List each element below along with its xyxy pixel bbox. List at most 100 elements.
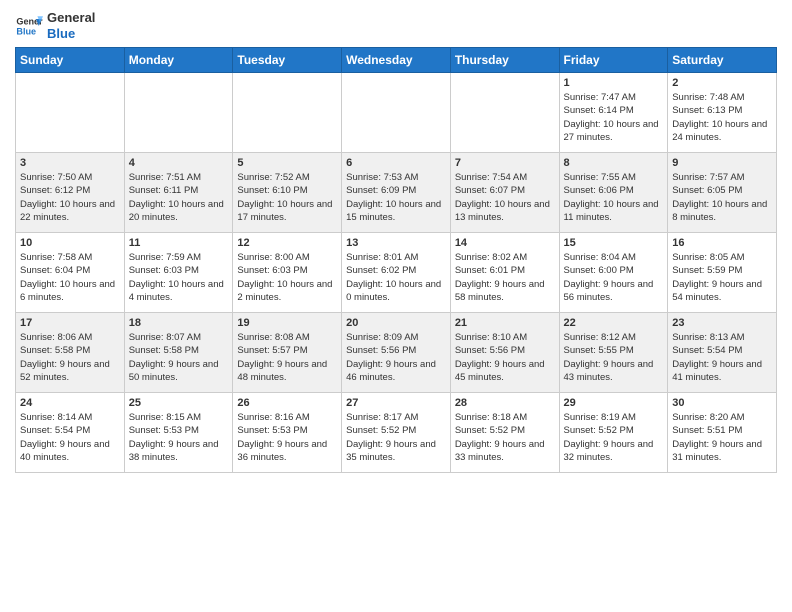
- calendar-cell: 16Sunrise: 8:05 AM Sunset: 5:59 PM Dayli…: [668, 233, 777, 313]
- day-info: Sunrise: 8:06 AM Sunset: 5:58 PM Dayligh…: [20, 331, 120, 384]
- day-number: 10: [20, 237, 120, 249]
- day-info: Sunrise: 7:54 AM Sunset: 6:07 PM Dayligh…: [455, 171, 555, 224]
- day-number: 26: [237, 397, 337, 409]
- calendar-cell: 2 Sunrise: 7:48 AM Sunset: 6:13 PM Daylig…: [668, 73, 777, 153]
- day-info: Sunrise: 7:52 AM Sunset: 6:10 PM Dayligh…: [237, 171, 337, 224]
- calendar-cell: 27 Sunrise: 8:17 AM Sunset: 5:52 PM Dayli…: [342, 393, 451, 473]
- day-info: Sunrise: 8:13 AM Sunset: 5:54 PM Dayligh…: [672, 331, 772, 384]
- calendar-cell: 13 Sunrise: 8:01 AM Sunset: 6:02 PM Dayli…: [342, 233, 451, 313]
- day-number: 2: [672, 77, 772, 89]
- day-info: Sunrise: 7:58 AM Sunset: 6:04 PM Dayligh…: [20, 251, 120, 304]
- day-info: Sunrise: 8:07 AM Sunset: 5:58 PM Dayligh…: [129, 331, 229, 384]
- calendar-cell: [16, 73, 125, 153]
- day-number: 5: [237, 157, 337, 169]
- calendar-cell: 8 Sunrise: 7:55 AM Sunset: 6:06 PM Daylig…: [559, 153, 668, 233]
- day-number: 3: [20, 157, 120, 169]
- week-row-2: 3Sunrise: 7:50 AM Sunset: 6:12 PM Daylig…: [16, 153, 777, 233]
- calendar-cell: [124, 73, 233, 153]
- calendar-cell: 5 Sunrise: 7:52 AM Sunset: 6:10 PM Daylig…: [233, 153, 342, 233]
- day-info: Sunrise: 8:01 AM Sunset: 6:02 PM Dayligh…: [346, 251, 446, 304]
- calendar-cell: 20 Sunrise: 8:09 AM Sunset: 5:56 PM Dayli…: [342, 313, 451, 393]
- calendar-cell: 9Sunrise: 7:57 AM Sunset: 6:05 PM Daylig…: [668, 153, 777, 233]
- calendar-cell: 6 Sunrise: 7:53 AM Sunset: 6:09 PM Daylig…: [342, 153, 451, 233]
- day-info: Sunrise: 7:48 AM Sunset: 6:13 PM Dayligh…: [672, 91, 772, 144]
- calendar-cell: 21 Sunrise: 8:10 AM Sunset: 5:56 PM Dayli…: [450, 313, 559, 393]
- calendar-body: 1 Sunrise: 7:47 AM Sunset: 6:14 PM Daylig…: [16, 73, 777, 473]
- weekday-tuesday: Tuesday: [233, 48, 342, 73]
- calendar-cell: 30 Sunrise: 8:20 AM Sunset: 5:51 PM Dayli…: [668, 393, 777, 473]
- weekday-monday: Monday: [124, 48, 233, 73]
- calendar-cell: 25 Sunrise: 8:15 AM Sunset: 5:53 PM Dayli…: [124, 393, 233, 473]
- day-number: 14: [455, 237, 555, 249]
- calendar-cell: 22Sunrise: 8:12 AM Sunset: 5:55 PM Dayli…: [559, 313, 668, 393]
- day-number: 29: [564, 397, 664, 409]
- calendar-cell: 7 Sunrise: 7:54 AM Sunset: 6:07 PM Daylig…: [450, 153, 559, 233]
- day-number: 15: [564, 237, 664, 249]
- calendar-cell: 11 Sunrise: 7:59 AM Sunset: 6:03 PM Dayli…: [124, 233, 233, 313]
- day-number: 30: [672, 397, 772, 409]
- day-info: Sunrise: 8:14 AM Sunset: 5:54 PM Dayligh…: [20, 411, 120, 464]
- day-info: Sunrise: 7:55 AM Sunset: 6:06 PM Dayligh…: [564, 171, 664, 224]
- day-info: Sunrise: 8:20 AM Sunset: 5:51 PM Dayligh…: [672, 411, 772, 464]
- calendar-cell: 10 Sunrise: 7:58 AM Sunset: 6:04 PM Dayli…: [16, 233, 125, 313]
- day-info: Sunrise: 7:53 AM Sunset: 6:09 PM Dayligh…: [346, 171, 446, 224]
- calendar-cell: 29 Sunrise: 8:19 AM Sunset: 5:52 PM Dayli…: [559, 393, 668, 473]
- weekday-header: SundayMondayTuesdayWednesdayThursdayFrid…: [16, 48, 777, 73]
- day-number: 28: [455, 397, 555, 409]
- calendar-cell: 15 Sunrise: 8:04 AM Sunset: 6:00 PM Dayli…: [559, 233, 668, 313]
- day-info: Sunrise: 8:17 AM Sunset: 5:52 PM Dayligh…: [346, 411, 446, 464]
- day-info: Sunrise: 8:09 AM Sunset: 5:56 PM Dayligh…: [346, 331, 446, 384]
- day-number: 25: [129, 397, 229, 409]
- logo-text: General Blue: [47, 10, 95, 41]
- calendar-cell: 19Sunrise: 8:08 AM Sunset: 5:57 PM Dayli…: [233, 313, 342, 393]
- day-info: Sunrise: 8:02 AM Sunset: 6:01 PM Dayligh…: [455, 251, 555, 304]
- svg-text:Blue: Blue: [16, 26, 36, 36]
- day-info: Sunrise: 7:51 AM Sunset: 6:11 PM Dayligh…: [129, 171, 229, 224]
- day-info: Sunrise: 8:12 AM Sunset: 5:55 PM Dayligh…: [564, 331, 664, 384]
- calendar-cell: 14 Sunrise: 8:02 AM Sunset: 6:01 PM Dayli…: [450, 233, 559, 313]
- day-number: 6: [346, 157, 446, 169]
- day-number: 1: [564, 77, 664, 89]
- day-info: Sunrise: 8:04 AM Sunset: 6:00 PM Dayligh…: [564, 251, 664, 304]
- day-info: Sunrise: 8:05 AM Sunset: 5:59 PM Dayligh…: [672, 251, 772, 304]
- day-info: Sunrise: 8:19 AM Sunset: 5:52 PM Dayligh…: [564, 411, 664, 464]
- calendar-cell: 26 Sunrise: 8:16 AM Sunset: 5:53 PM Dayli…: [233, 393, 342, 473]
- calendar-cell: 23Sunrise: 8:13 AM Sunset: 5:54 PM Dayli…: [668, 313, 777, 393]
- day-info: Sunrise: 7:57 AM Sunset: 6:05 PM Dayligh…: [672, 171, 772, 224]
- calendar: SundayMondayTuesdayWednesdayThursdayFrid…: [15, 47, 777, 473]
- day-info: Sunrise: 8:16 AM Sunset: 5:53 PM Dayligh…: [237, 411, 337, 464]
- calendar-cell: 12Sunrise: 8:00 AM Sunset: 6:03 PM Dayli…: [233, 233, 342, 313]
- calendar-cell: 1 Sunrise: 7:47 AM Sunset: 6:14 PM Daylig…: [559, 73, 668, 153]
- day-number: 12: [237, 237, 337, 249]
- day-info: Sunrise: 8:10 AM Sunset: 5:56 PM Dayligh…: [455, 331, 555, 384]
- day-number: 4: [129, 157, 229, 169]
- day-number: 27: [346, 397, 446, 409]
- logo: General Blue General Blue: [15, 10, 95, 41]
- day-number: 20: [346, 317, 446, 329]
- weekday-saturday: Saturday: [668, 48, 777, 73]
- day-number: 24: [20, 397, 120, 409]
- calendar-cell: 3Sunrise: 7:50 AM Sunset: 6:12 PM Daylig…: [16, 153, 125, 233]
- weekday-sunday: Sunday: [16, 48, 125, 73]
- day-info: Sunrise: 8:15 AM Sunset: 5:53 PM Dayligh…: [129, 411, 229, 464]
- logo-icon: General Blue: [15, 12, 43, 40]
- week-row-5: 24 Sunrise: 8:14 AM Sunset: 5:54 PM Dayli…: [16, 393, 777, 473]
- day-number: 8: [564, 157, 664, 169]
- header: General Blue General Blue: [15, 10, 777, 41]
- day-number: 21: [455, 317, 555, 329]
- day-info: Sunrise: 7:59 AM Sunset: 6:03 PM Dayligh…: [129, 251, 229, 304]
- calendar-cell: 4 Sunrise: 7:51 AM Sunset: 6:11 PM Daylig…: [124, 153, 233, 233]
- week-row-3: 10 Sunrise: 7:58 AM Sunset: 6:04 PM Dayli…: [16, 233, 777, 313]
- calendar-cell: [342, 73, 451, 153]
- week-row-1: 1 Sunrise: 7:47 AM Sunset: 6:14 PM Daylig…: [16, 73, 777, 153]
- week-row-4: 17 Sunrise: 8:06 AM Sunset: 5:58 PM Dayli…: [16, 313, 777, 393]
- day-number: 7: [455, 157, 555, 169]
- day-number: 13: [346, 237, 446, 249]
- day-number: 11: [129, 237, 229, 249]
- day-number: 18: [129, 317, 229, 329]
- weekday-friday: Friday: [559, 48, 668, 73]
- calendar-cell: 17 Sunrise: 8:06 AM Sunset: 5:58 PM Dayli…: [16, 313, 125, 393]
- weekday-thursday: Thursday: [450, 48, 559, 73]
- day-info: Sunrise: 7:47 AM Sunset: 6:14 PM Dayligh…: [564, 91, 664, 144]
- day-number: 17: [20, 317, 120, 329]
